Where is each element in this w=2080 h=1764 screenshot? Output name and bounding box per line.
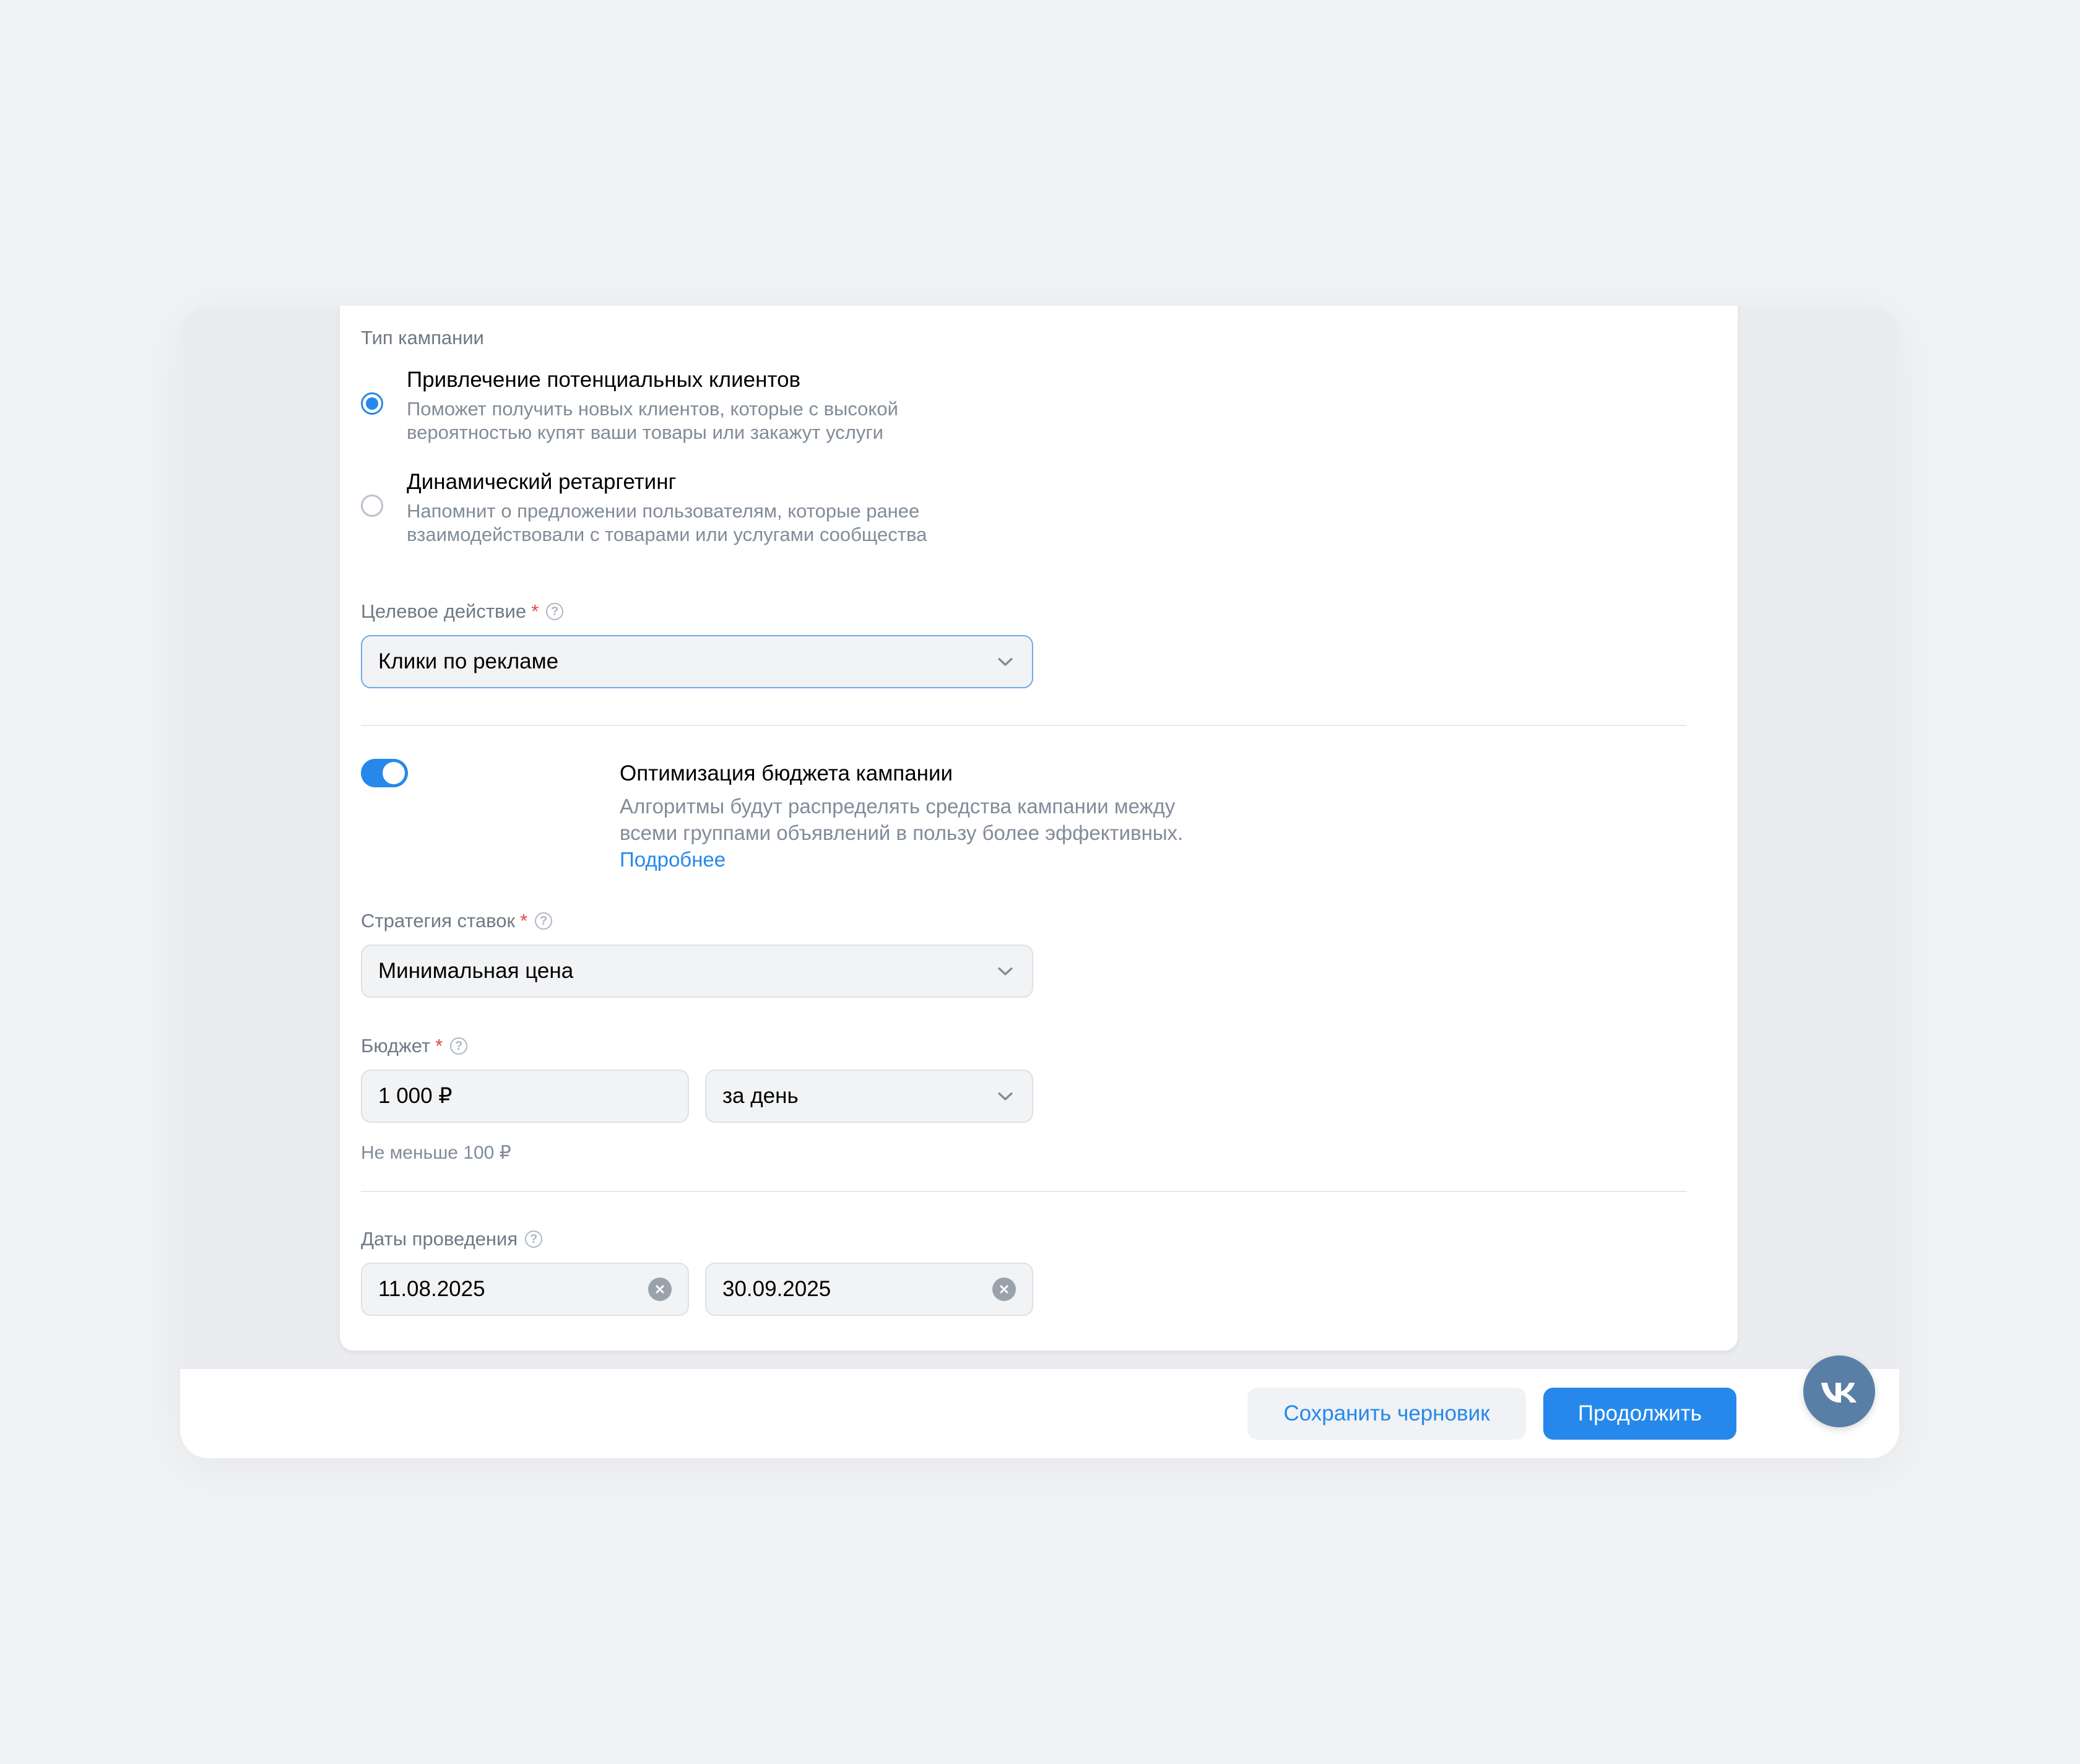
select-value: Минимальная цена [378, 959, 574, 983]
description-text: Алгоритмы будут распределять средства ка… [620, 795, 1184, 844]
input-value: 30.09.2025 [722, 1277, 831, 1301]
required-mark: * [435, 1035, 443, 1057]
end-date-input[interactable]: 30.09.2025 [705, 1263, 1033, 1316]
save-draft-button[interactable]: Сохранить черновик [1247, 1388, 1526, 1440]
option-title: Привлечение потенциальных клиентов [407, 368, 801, 392]
help-icon[interactable]: ? [525, 1230, 543, 1248]
option-description: Поможет получить новых клиентов, которые… [407, 398, 898, 443]
budget-optimization-description: Алгоритмы будут распределять средства ка… [620, 793, 1233, 873]
field-label-text: Целевое действие [361, 600, 527, 622]
field-label-text: Стратегия ставок [361, 910, 516, 932]
select-value: Клики по рекламе [378, 649, 559, 673]
budget-optimization-toggle[interactable] [361, 759, 408, 787]
campaign-type-label: Тип кампании [361, 327, 484, 348]
dates-label: Даты проведения ? [361, 1228, 543, 1250]
divider [361, 1191, 1687, 1192]
chevron-down-icon [998, 1092, 1013, 1100]
radio-unselected-icon[interactable] [361, 495, 383, 517]
bid-strategy-label: Стратегия ставок * ? [361, 910, 553, 932]
input-value: 11.08.2025 [378, 1277, 485, 1301]
chevron-down-icon [998, 658, 1013, 666]
divider [361, 725, 1687, 726]
required-mark: * [531, 600, 539, 622]
select-value: за день [722, 1084, 799, 1108]
bid-strategy-select[interactable]: Минимальная цена [361, 945, 1033, 998]
field-label-text: Бюджет [361, 1035, 431, 1057]
radio-selected-icon[interactable] [361, 392, 383, 415]
start-date-input[interactable]: 11.08.2025 [361, 1263, 689, 1316]
campaign-settings-window: Тип кампании Привлечение потенциальных к… [180, 306, 1899, 1458]
budget-label: Бюджет * ? [361, 1035, 468, 1057]
budget-period-select[interactable]: за день [705, 1070, 1033, 1123]
vk-logo-glyph [1821, 1383, 1857, 1403]
option-description: Напомнит о предложении пользователям, ко… [407, 500, 927, 545]
campaign-type-option-retargeting[interactable]: Динамический ретаргетинг Напомнит о пред… [361, 470, 1042, 545]
vk-logo-icon[interactable] [1803, 1355, 1875, 1427]
continue-button[interactable]: Продолжить [1543, 1388, 1736, 1440]
input-value: 1 000 ₽ [378, 1084, 453, 1108]
help-icon[interactable]: ? [450, 1037, 468, 1055]
budget-optimization-title: Оптимизация бюджета кампании [620, 761, 953, 785]
clear-icon[interactable] [992, 1278, 1016, 1301]
campaign-form-card: Тип кампании Привлечение потенциальных к… [340, 306, 1738, 1351]
required-mark: * [520, 910, 528, 932]
chevron-down-icon [998, 967, 1013, 975]
help-icon[interactable]: ? [535, 912, 553, 930]
option-title: Динамический ретаргетинг [407, 470, 677, 494]
clear-icon[interactable] [648, 1278, 672, 1301]
budget-amount-input[interactable]: 1 000 ₽ [361, 1070, 689, 1123]
field-label-text: Даты проведения [361, 1228, 518, 1250]
budget-hint: Не меньше 100 ₽ [361, 1143, 511, 1163]
learn-more-link[interactable]: Подробнее [620, 848, 726, 871]
form-footer: Сохранить черновик Продолжить [180, 1369, 1899, 1458]
target-action-label: Целевое действие * ? [361, 600, 564, 623]
campaign-type-option-leads[interactable]: Привлечение потенциальных клиентов Помож… [361, 368, 1042, 443]
help-icon[interactable]: ? [546, 603, 564, 620]
target-action-select[interactable]: Клики по рекламе [361, 635, 1033, 688]
